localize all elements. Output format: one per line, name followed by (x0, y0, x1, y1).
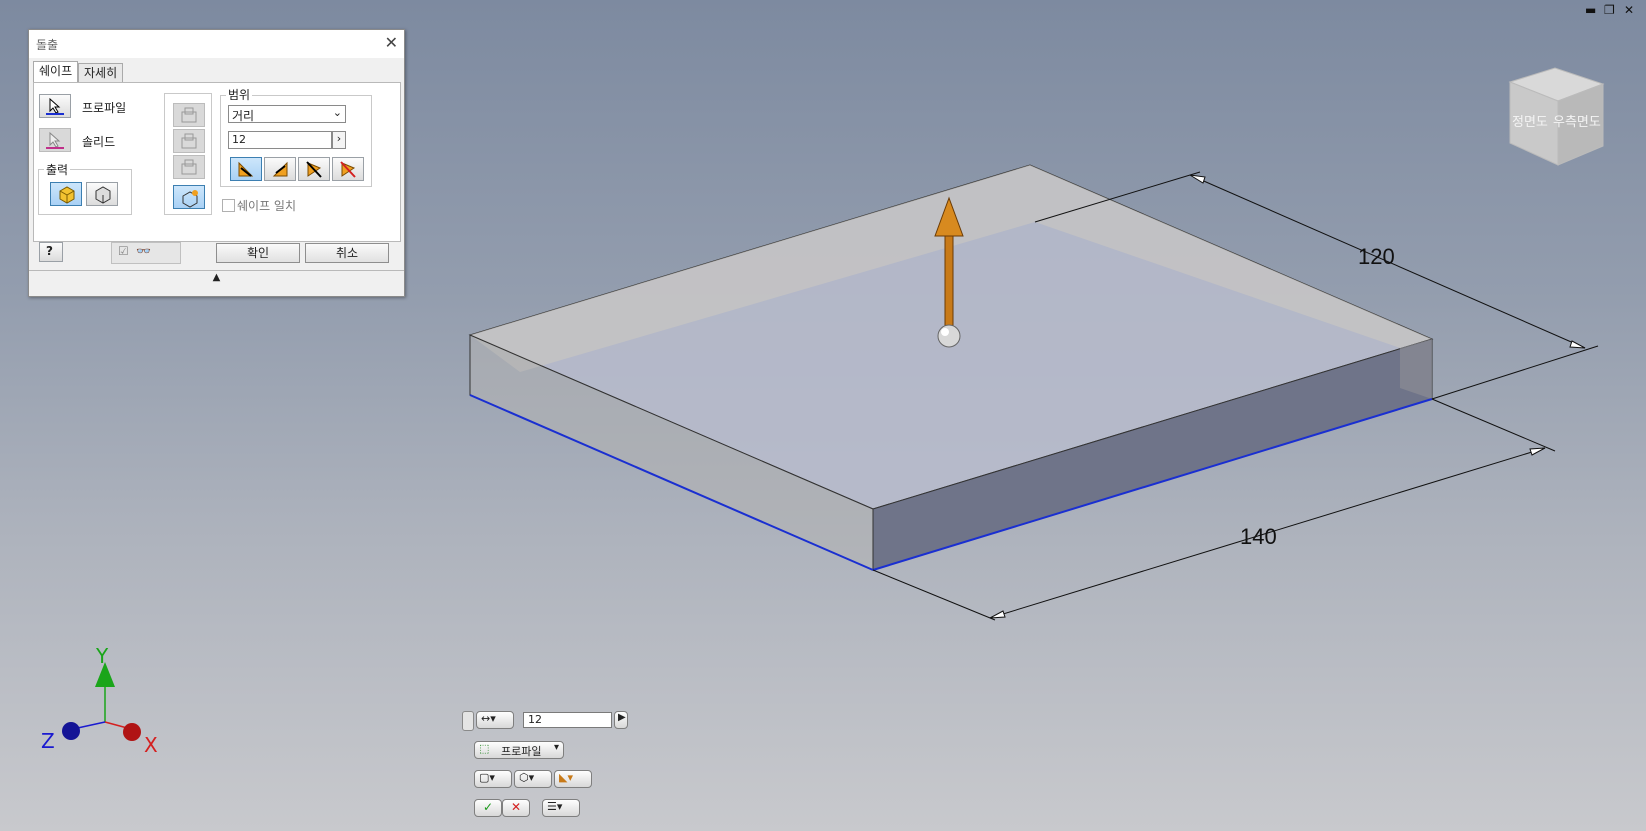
viewcube-right-label: 우측면도 (1553, 115, 1601, 130)
minitoolbar-apply-distance[interactable]: ▶ (614, 711, 628, 729)
chevron-right-icon: › (336, 132, 342, 145)
minitoolbar-direction-button[interactable]: ◣▾ (554, 770, 592, 788)
output-solid-button[interactable] (50, 182, 82, 206)
viewcube-front-label: 정면도 (1512, 115, 1548, 130)
intersect-button[interactable] (173, 155, 205, 179)
output-label: 출력 (44, 161, 71, 178)
surface-cube-icon (95, 186, 111, 204)
minitoolbar-distance-value: 12 (528, 713, 542, 726)
minitoolbar-options-button[interactable]: ☰▾ (542, 799, 580, 817)
minitoolbar-new-solid-button[interactable]: ⬡▾ (514, 770, 552, 788)
cancel-x-icon: ✕ (511, 800, 522, 814)
cut-icon (181, 133, 197, 149)
minitoolbar-output-button[interactable]: ▢▾ (474, 770, 512, 788)
distance-input[interactable]: 12 (228, 131, 332, 149)
axis-x-label: X (144, 733, 158, 757)
direction-default-button[interactable] (230, 157, 262, 181)
check-icon: ✓ (483, 800, 494, 814)
solid-output-icon: ▢▾ (479, 771, 495, 784)
extents-type-dropdown[interactable]: 거리 ⌄ (228, 105, 346, 123)
new-solid-icon: ⬡▾ (519, 771, 535, 784)
match-shape-label: 쉐이프 일치 (237, 199, 297, 213)
minimize-window-button[interactable]: ▬ (1585, 3, 1596, 17)
new-solid-icon (182, 190, 198, 208)
direction-default-icon (238, 161, 254, 177)
output-surface-button[interactable] (86, 182, 118, 206)
collapse-dialog-button[interactable]: ▲ (29, 270, 404, 285)
direction-icon: ◣▾ (559, 771, 573, 784)
profile-select-button[interactable] (39, 94, 71, 118)
minitoolbar-grip[interactable] (462, 711, 474, 731)
check-icon: ☑ (118, 244, 129, 258)
tab-shape[interactable]: 쉐이프 (33, 61, 79, 83)
distance-type-button[interactable]: ↔▾ (476, 711, 514, 729)
match-shape-checkbox[interactable] (222, 199, 235, 212)
cursor-icon (46, 131, 64, 149)
minitoolbar-ok-button[interactable]: ✓ (474, 799, 502, 817)
play-icon: ▶ (618, 712, 626, 723)
restore-window-button[interactable]: ❐ (1604, 3, 1615, 17)
cursor-icon (46, 97, 64, 115)
direction-symmetric-button[interactable] (298, 157, 330, 181)
direction-asymmetric-button[interactable] (332, 157, 364, 181)
dialog-title: 돌출 (36, 38, 59, 52)
shape-panel: 프로파일 솔리드 출력 범위 거리 ⌄ 12 › 쉐이프 일치 (33, 82, 401, 242)
solid-label: 솔리드 (82, 135, 116, 149)
axis-triad (62, 662, 141, 741)
glasses-icon: 👓 (136, 244, 151, 258)
join-icon (181, 107, 197, 123)
close-icon[interactable]: ✕ (385, 33, 398, 52)
distance-flyout-button[interactable]: › (332, 131, 346, 149)
extents-label: 범위 (226, 86, 253, 103)
extrude-dialog: 돌출 ✕ 쉐이프 자세히 프로파일 솔리드 출력 범위 거리 ⌄ 12 › 쉐이… (28, 29, 405, 297)
direction-flipped-button[interactable] (264, 157, 296, 181)
solid-select-button[interactable] (39, 128, 71, 152)
minitoolbar-cancel-button[interactable]: ✕ (502, 799, 530, 817)
intersect-icon (181, 159, 197, 175)
axis-z-label: Z (41, 729, 55, 753)
new-solid-button[interactable] (173, 185, 205, 209)
minitoolbar-profile-button[interactable]: ⬚ 프로파일 ▾ (474, 741, 564, 759)
direction-flipped-icon (272, 161, 288, 177)
direction-asymmetric-icon (340, 161, 356, 178)
dialog-titlebar[interactable]: 돌출 ✕ (29, 30, 404, 58)
help-icon: ? (46, 244, 53, 258)
dimension-120-label: 120 (1358, 244, 1395, 269)
help-button[interactable]: ? (39, 242, 63, 262)
dropdown-arrow-icon: ▾ (553, 742, 559, 753)
cut-button[interactable] (173, 129, 205, 153)
distance-arrows-icon: ↔▾ (481, 712, 496, 725)
preview-toggle[interactable]: ☑ 👓 (111, 242, 181, 264)
extents-type-value: 거리 (232, 109, 255, 123)
minitoolbar-profile-label: 프로파일 (501, 745, 542, 758)
axis-y-label: Y (95, 644, 109, 668)
minitoolbar-distance-input[interactable]: 12 (523, 712, 612, 728)
direction-symmetric-icon (306, 161, 322, 178)
profile-label: 프로파일 (82, 101, 127, 115)
cancel-button[interactable]: 취소 (305, 243, 389, 263)
chevron-down-icon: ⌄ (332, 106, 342, 119)
solid-cube-icon (59, 186, 75, 204)
options-menu-icon: ☰▾ (547, 800, 563, 813)
tab-details[interactable]: 자세히 (78, 63, 124, 82)
dimension-140-label: 140 (1240, 524, 1277, 549)
ok-button[interactable]: 확인 (216, 243, 300, 263)
profile-select-icon: ⬚ (479, 742, 490, 755)
join-button[interactable] (173, 103, 205, 127)
close-window-button[interactable]: ✕ (1624, 3, 1634, 17)
distance-input-value: 12 (232, 133, 246, 146)
